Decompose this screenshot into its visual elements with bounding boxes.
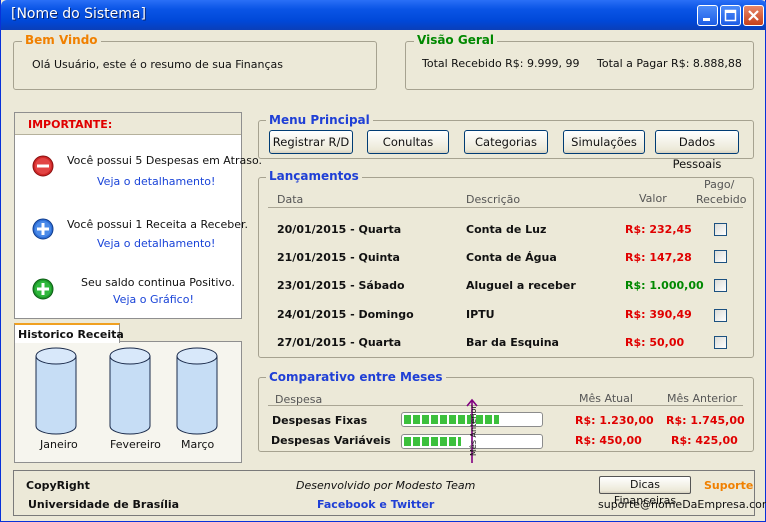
entry-description: IPTU — [466, 308, 495, 321]
app-window: [Nome do Sistema] Bem Vindo Olá Usuário,… — [0, 0, 766, 522]
close-icon — [748, 10, 759, 21]
total-received: Total Recebido R$: 9.999, 99 — [422, 57, 580, 70]
cylinder-fevereiro — [109, 347, 151, 435]
entry-value: R$: 1.000,00 — [625, 279, 704, 292]
financial-tips-button[interactable]: Dicas Financeiras — [599, 476, 691, 507]
minimize-icon — [703, 18, 710, 21]
footer-social-link[interactable]: Facebook e Twitter — [317, 498, 434, 511]
comparison-current: R$: 450,00 — [575, 434, 642, 447]
header-date: Data — [277, 193, 304, 206]
entry-date: 27/01/2015 - Quarta — [277, 336, 402, 349]
header-paid-line1: Pago/ — [704, 178, 735, 191]
comparison-previous: R$: 425,00 — [671, 434, 738, 447]
header-previous-month: Mês Anterior — [667, 392, 737, 405]
plus-circle-icon — [32, 218, 54, 240]
comparison-legend: Comparativo entre Meses — [266, 370, 446, 384]
entries-legend: Lançamentos — [266, 169, 362, 183]
cylinder-janeiro — [35, 347, 77, 435]
entry-description: Aluguel a receber — [466, 279, 576, 292]
progress-fill — [404, 415, 499, 424]
balance-text: Seu saldo continua Positivo. — [81, 276, 235, 289]
comparison-previous: R$: 1.745,00 — [666, 414, 745, 427]
minimize-button[interactable] — [697, 5, 718, 26]
footer-support-link[interactable]: Suporte — [704, 479, 753, 492]
entry-paid-checkbox[interactable] — [714, 250, 727, 263]
entry-paid-checkbox[interactable] — [714, 309, 727, 322]
minus-circle-icon — [32, 155, 54, 177]
footer-copyright: CopyRight — [26, 479, 90, 492]
entry-paid-checkbox[interactable] — [714, 336, 727, 349]
welcome-message: Olá Usuário, este é o resumo de sua Fina… — [32, 58, 283, 71]
entry-description: Conta de Luz — [466, 223, 547, 236]
progress-fill — [404, 437, 461, 446]
simulations-button[interactable]: Simulações — [563, 130, 645, 154]
entry-paid-checkbox[interactable] — [714, 223, 727, 236]
total-payable: Total a Pagar R$: 8.888,88 — [597, 57, 742, 70]
overdue-details-link[interactable]: Veja o detalhamento! — [97, 175, 215, 188]
cylinder-marco — [176, 347, 218, 435]
entry-value: R$: 390,49 — [625, 308, 692, 321]
comparison-label: Despesas Variáveis — [271, 434, 391, 447]
overdue-expenses-text: Você possui 5 Despesas em Atraso. — [67, 154, 262, 167]
month-label: Fevereiro — [110, 438, 161, 451]
entry-date: 24/01/2015 - Domingo — [277, 308, 414, 321]
queries-button[interactable]: Conultas — [367, 130, 449, 154]
balance-chart-link[interactable]: Veja o Gráfico! — [113, 293, 194, 306]
personal-data-button[interactable]: Dados Pessoais — [655, 130, 739, 171]
title-bar[interactable]: [Nome do Sistema] — [1, 0, 766, 30]
header-value: Valor — [639, 192, 667, 205]
month-label: Março — [181, 438, 215, 451]
footer-developed-by: Desenvolvido por Modesto Team — [296, 479, 476, 492]
menu-legend: Menu Principal — [266, 113, 373, 127]
entry-date: 20/01/2015 - Quarta — [277, 223, 402, 236]
maximize-icon — [724, 9, 737, 22]
header-description: Descrição — [466, 193, 521, 206]
entry-value: R$: 147,28 — [625, 251, 692, 264]
welcome-legend: Bem Vindo — [22, 33, 101, 47]
receivable-details-link[interactable]: Veja o detalhamento! — [97, 237, 215, 250]
header-current-month: Mês Atual — [579, 392, 633, 405]
footer: CopyRight Universidade de Brasília Desen… — [13, 470, 766, 516]
history-tab[interactable]: Historico Receita — [14, 323, 124, 343]
entry-date: 21/01/2015 - Quinta — [277, 251, 400, 264]
comparison-header-divider — [268, 405, 743, 406]
footer-university: Universidade de Brasília — [28, 498, 180, 511]
entries-header-divider — [268, 207, 743, 208]
header-paid-line2: Recebido — [696, 193, 747, 206]
previous-month-marker-label: Mês Anterior — [469, 405, 478, 456]
receivable-text: Você possui 1 Receita a Receber. — [67, 218, 248, 231]
comparison-current: R$: 1.230,00 — [575, 414, 654, 427]
entry-description: Bar da Esquina — [466, 336, 559, 349]
overview-legend: Visão Geral — [414, 33, 497, 47]
important-title: IMPORTANTE: — [28, 118, 113, 131]
close-button[interactable] — [743, 5, 764, 26]
entry-value: R$: 232,45 — [625, 223, 692, 236]
categories-button[interactable]: Categorias — [464, 130, 548, 154]
history-tab-label: Historico Receita — [18, 328, 124, 341]
green-plus-circle-icon — [32, 278, 54, 300]
comparison-label: Despesas Fixas — [272, 414, 368, 427]
register-button[interactable]: Registrar R/D — [269, 130, 353, 154]
entry-date: 23/01/2015 - Sábado — [277, 279, 405, 292]
entry-value: R$: 50,00 — [625, 336, 685, 349]
entry-paid-checkbox[interactable] — [714, 279, 727, 292]
footer-support-email[interactable]: suporte@nomeDaEmpresa.com — [598, 498, 766, 511]
entry-description: Conta de Água — [466, 251, 557, 264]
month-label: Janeiro — [40, 438, 78, 451]
window-title: [Nome do Sistema] — [11, 6, 146, 22]
maximize-button[interactable] — [720, 5, 741, 26]
